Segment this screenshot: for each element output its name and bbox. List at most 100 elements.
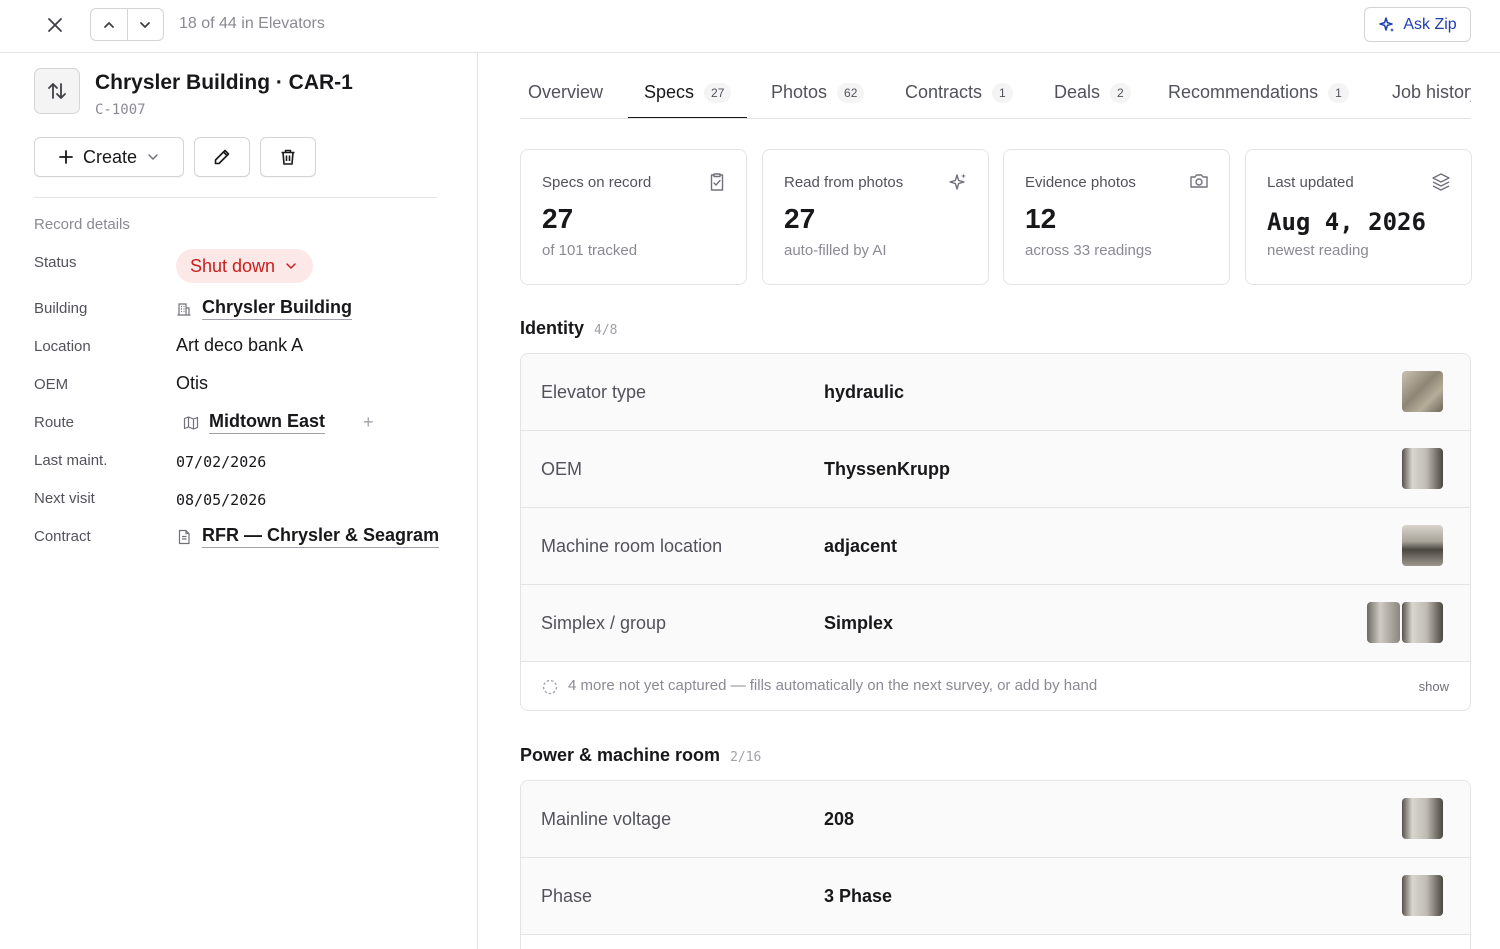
stat-subtext: auto-filled by AI xyxy=(784,242,887,259)
record-code: C-1007 xyxy=(95,102,146,118)
tab-specs[interactable]: Specs 27 xyxy=(627,66,748,118)
location-value: Art deco bank A xyxy=(176,335,304,355)
divider xyxy=(34,197,437,198)
create-label: Create xyxy=(82,146,138,167)
evidence-thumbnails xyxy=(1402,875,1443,916)
evidence-photo-thumbnail[interactable] xyxy=(1402,602,1443,643)
previous-record-button[interactable] xyxy=(91,9,127,40)
last-maint-value: 07/02/2026 xyxy=(176,453,267,471)
stat-subtext: newest reading xyxy=(1267,242,1369,259)
sort-arrows-icon xyxy=(48,83,66,99)
stat-value: 12 xyxy=(1025,203,1057,234)
spec-value: hydraulic xyxy=(824,382,905,402)
tab-recommendations[interactable]: Recommendations 1 xyxy=(1168,66,1349,118)
stat-card-last-updated: Last updated Aug 4, 2026 newest reading xyxy=(1245,149,1472,285)
spec-name: Phase xyxy=(541,886,593,906)
group-count: 4/8 xyxy=(594,323,618,338)
stat-value: Aug 4, 2026 xyxy=(1267,208,1426,236)
record-details-heading: Record details xyxy=(34,216,130,233)
stat-subtext: across 33 readings xyxy=(1025,242,1152,259)
delete-button[interactable] xyxy=(260,137,316,177)
close-button[interactable] xyxy=(40,10,70,40)
spec-row[interactable]: Phase 3 Phase xyxy=(521,858,1470,935)
edit-button[interactable] xyxy=(194,137,250,177)
tab-label: Deals xyxy=(1054,82,1101,102)
stat-card-evidence-photos: Evidence photos 12 across 33 readings xyxy=(1003,149,1230,285)
tab-photos[interactable]: Photos 62 xyxy=(771,66,865,118)
stat-value: 27 xyxy=(784,203,816,234)
spec-value: 3 Phase xyxy=(824,886,893,906)
stat-label: Evidence photos xyxy=(1025,174,1136,191)
building-label: Building xyxy=(34,300,88,317)
evidence-photo-thumbnail[interactable] xyxy=(1367,602,1400,643)
spec-row[interactable]: OEM ThyssenKrupp xyxy=(521,431,1470,508)
last-maint-label: Last maint. xyxy=(34,452,108,469)
chevron-down-icon xyxy=(140,21,151,28)
missing-specs-text: 4 more not yet captured — fills automati… xyxy=(568,677,1098,694)
map-icon xyxy=(183,415,199,430)
tab-label: Contracts xyxy=(905,82,983,102)
evidence-thumbnails xyxy=(1402,798,1443,839)
contract-link[interactable]: RFR — Chrysler & Seagram xyxy=(202,525,440,548)
evidence-photo-thumbnail[interactable] xyxy=(1402,371,1443,412)
document-icon xyxy=(178,529,190,544)
sparkles-icon xyxy=(949,173,966,190)
power-spec-list: Mainline voltage 208 Phase 3 Phase xyxy=(520,780,1471,949)
record-tabs: Overview Specs 27 Photos 62 Contracts 1 … xyxy=(520,66,1471,119)
next-record-button[interactable] xyxy=(126,9,164,40)
spec-name: Simplex / group xyxy=(541,613,667,633)
evidence-photo-thumbnail[interactable] xyxy=(1402,525,1443,566)
status-label: Status xyxy=(34,254,77,271)
tab-count-badge: 2 xyxy=(1110,82,1131,103)
add-route-button[interactable]: + xyxy=(363,412,374,433)
next-visit-label: Next visit xyxy=(34,490,95,507)
evidence-thumbnails xyxy=(1402,371,1443,412)
building-link[interactable]: Chrysler Building xyxy=(202,297,353,320)
evidence-photo-thumbnail[interactable] xyxy=(1402,875,1443,916)
spec-name: Elevator type xyxy=(541,382,647,402)
ask-zip-button[interactable]: Ask Zip xyxy=(1364,7,1471,42)
evidence-photo-thumbnail[interactable] xyxy=(1402,798,1443,839)
power-group-heading: Power & machine room 2/16 xyxy=(520,745,761,766)
stat-label: Last updated xyxy=(1267,174,1354,191)
oem-value: Otis xyxy=(176,373,209,393)
tab-label: Recommendations xyxy=(1168,82,1319,102)
tab-count-badge: 1 xyxy=(1328,82,1349,103)
record-title: Chrysler Building · CAR-1 xyxy=(95,71,353,94)
tab-deals[interactable]: Deals 2 xyxy=(1054,66,1131,118)
group-title: Power & machine room xyxy=(520,745,721,765)
camera-icon xyxy=(1190,174,1208,188)
tab-overview[interactable]: Overview xyxy=(528,66,603,118)
evidence-photo-thumbnail[interactable] xyxy=(1402,448,1443,489)
show-missing-button[interactable]: show xyxy=(1419,679,1449,694)
tab-count-badge: 27 xyxy=(704,82,732,103)
status-value: Shut down xyxy=(190,255,276,276)
spec-name: OEM xyxy=(541,459,583,479)
pencil-icon xyxy=(214,149,230,165)
missing-specs-row: 4 more not yet captured — fills automati… xyxy=(521,662,1470,710)
evidence-thumbnails xyxy=(1367,602,1443,643)
spec-name: Machine room location xyxy=(541,536,723,556)
stat-card-read-from-photos: Read from photos 27 auto-filled by AI xyxy=(762,149,989,285)
tab-label: Photos xyxy=(771,82,828,102)
spec-row[interactable]: Elevator type hydraulic xyxy=(521,354,1470,431)
spec-row[interactable]: Mainline voltage 208 xyxy=(521,781,1470,858)
group-count: 2/16 xyxy=(730,750,762,765)
spec-row[interactable]: Machine room location adjacent xyxy=(521,508,1470,585)
trash-icon xyxy=(281,149,295,165)
dashed-circle-icon xyxy=(542,679,558,695)
tab-job-history[interactable]: Job history xyxy=(1392,66,1471,118)
layers-icon xyxy=(1432,173,1450,191)
stat-label: Specs on record xyxy=(542,174,652,191)
tab-contracts[interactable]: Contracts 1 xyxy=(905,66,1013,118)
status-dropdown[interactable]: Shut down xyxy=(176,249,314,283)
create-button[interactable]: Create xyxy=(34,137,184,177)
route-link[interactable]: Midtown East xyxy=(209,411,325,434)
tab-count-badge: 1 xyxy=(992,82,1013,103)
route-value: Midtown East xyxy=(183,411,325,434)
tab-label: Job history xyxy=(1392,82,1471,102)
spec-row[interactable]: Simplex / group Simplex xyxy=(521,585,1470,662)
chevron-down-icon xyxy=(286,263,296,270)
stat-label: Read from photos xyxy=(784,174,904,191)
building-icon xyxy=(177,302,191,316)
